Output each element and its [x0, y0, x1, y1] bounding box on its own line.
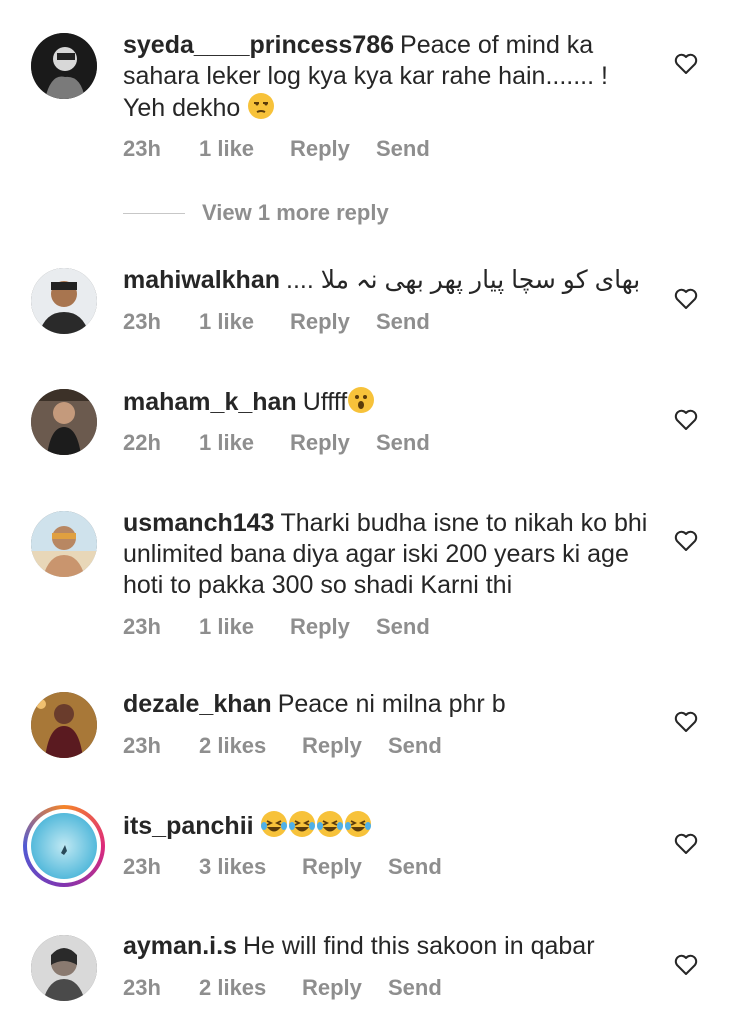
comment-text: syeda____princess786 Peace of mind ka sah… [123, 30, 653, 128]
comment-text: its_panchii [123, 810, 653, 846]
comment-text: ayman.i.s He will find this sakoon in qab… [123, 931, 653, 962]
comment-time: 23h [123, 309, 161, 334]
comment-body: He will find this sakoon in qabar [242, 932, 595, 960]
comment-username[interactable]: ayman.i.s [123, 932, 237, 960]
comment-likes[interactable]: 1 like [199, 136, 290, 162]
comment-meta: 23h 2 likes Reply Send [123, 975, 442, 1001]
comment-meta: 23h 1 like Reply Send [123, 136, 430, 162]
comment-text: dezale_khan Peace ni milna phr b [123, 689, 653, 720]
comment-time: 23h [123, 854, 161, 879]
comment-text: usmanch143 Tharki budha isne to nikah ko … [123, 508, 653, 601]
comment-time: 23h [123, 614, 161, 639]
comment-meta: 23h 1 like Reply Send [123, 614, 430, 640]
comment-meta: 23h 3 likes Reply Send [123, 854, 442, 880]
comment-username[interactable]: syeda____princess786 [123, 31, 394, 59]
avatar[interactable] [31, 935, 97, 1001]
comment-text: mahiwalkhan بھای کو سچا پیار پھر بھی نہ م… [123, 265, 653, 296]
comment-meta: 23h 1 like Reply Send [123, 309, 430, 335]
avatar[interactable] [31, 692, 97, 758]
comment-username[interactable]: maham_k_han [123, 388, 297, 416]
comment-username[interactable]: usmanch143 [123, 509, 274, 537]
comment-time: 23h [123, 975, 161, 1000]
comment-body: بھای کو سچا پیار پھر بھی نہ ملا .... [286, 266, 641, 294]
avatar-story-ring[interactable] [23, 805, 105, 887]
comment-likes[interactable]: 3 likes [199, 854, 302, 880]
reply-button[interactable]: Reply [290, 309, 376, 335]
heart-icon[interactable] [674, 833, 698, 855]
heart-icon[interactable] [674, 954, 698, 976]
comment-meta: 22h 1 like Reply Send [123, 430, 430, 456]
reply-button[interactable]: Reply [290, 430, 376, 456]
send-button[interactable]: Send [388, 733, 442, 759]
laughing-tears-icon [316, 810, 344, 846]
avatar[interactable] [31, 511, 97, 577]
unamused-face-icon [247, 92, 275, 128]
view-more-label[interactable]: View 1 more reply [202, 200, 389, 226]
reply-button[interactable]: Reply [290, 136, 376, 162]
avatar[interactable] [31, 268, 97, 334]
comment-body: Uffff [302, 388, 348, 416]
laughing-tears-icon [288, 810, 316, 846]
send-button[interactable]: Send [388, 975, 442, 1001]
comment-time: 23h [123, 733, 161, 758]
avatar-ring-gap [27, 809, 101, 883]
laughing-tears-icon [260, 810, 288, 846]
heart-icon[interactable] [674, 711, 698, 733]
send-button[interactable]: Send [388, 854, 442, 880]
heart-icon[interactable] [674, 288, 698, 310]
comment-body: Peace ni milna phr b [277, 690, 506, 718]
comment-meta: 23h 2 likes Reply Send [123, 733, 442, 759]
send-button[interactable]: Send [376, 309, 430, 335]
avatar[interactable] [31, 389, 97, 455]
laughing-tears-icon [344, 810, 372, 846]
comment-likes[interactable]: 2 likes [199, 975, 302, 1001]
heart-icon[interactable] [674, 409, 698, 431]
reply-button[interactable]: Reply [302, 733, 388, 759]
view-more-replies[interactable]: View 1 more reply [123, 198, 389, 228]
send-button[interactable]: Send [376, 430, 430, 456]
heart-icon[interactable] [674, 53, 698, 75]
avatar [31, 813, 97, 879]
comment-likes[interactable]: 2 likes [199, 733, 302, 759]
surprised-face-icon [347, 386, 375, 422]
comment-likes[interactable]: 1 like [199, 614, 290, 640]
reply-button[interactable]: Reply [290, 614, 376, 640]
comment-time: 22h [123, 430, 161, 455]
reply-button[interactable]: Reply [302, 854, 388, 880]
comment-username[interactable]: its_panchii [123, 812, 254, 840]
view-more-divider [123, 212, 185, 214]
avatar[interactable] [31, 33, 97, 99]
comment-username[interactable]: mahiwalkhan [123, 266, 280, 294]
send-button[interactable]: Send [376, 614, 430, 640]
comment-username[interactable]: dezale_khan [123, 690, 272, 718]
comment-time: 23h [123, 136, 161, 161]
comment-likes[interactable]: 1 like [199, 430, 290, 456]
comment-text: maham_k_han Uffff [123, 386, 653, 422]
reply-button[interactable]: Reply [302, 975, 388, 1001]
comment-likes[interactable]: 1 like [199, 309, 290, 335]
send-button[interactable]: Send [376, 136, 430, 162]
heart-icon[interactable] [674, 530, 698, 552]
